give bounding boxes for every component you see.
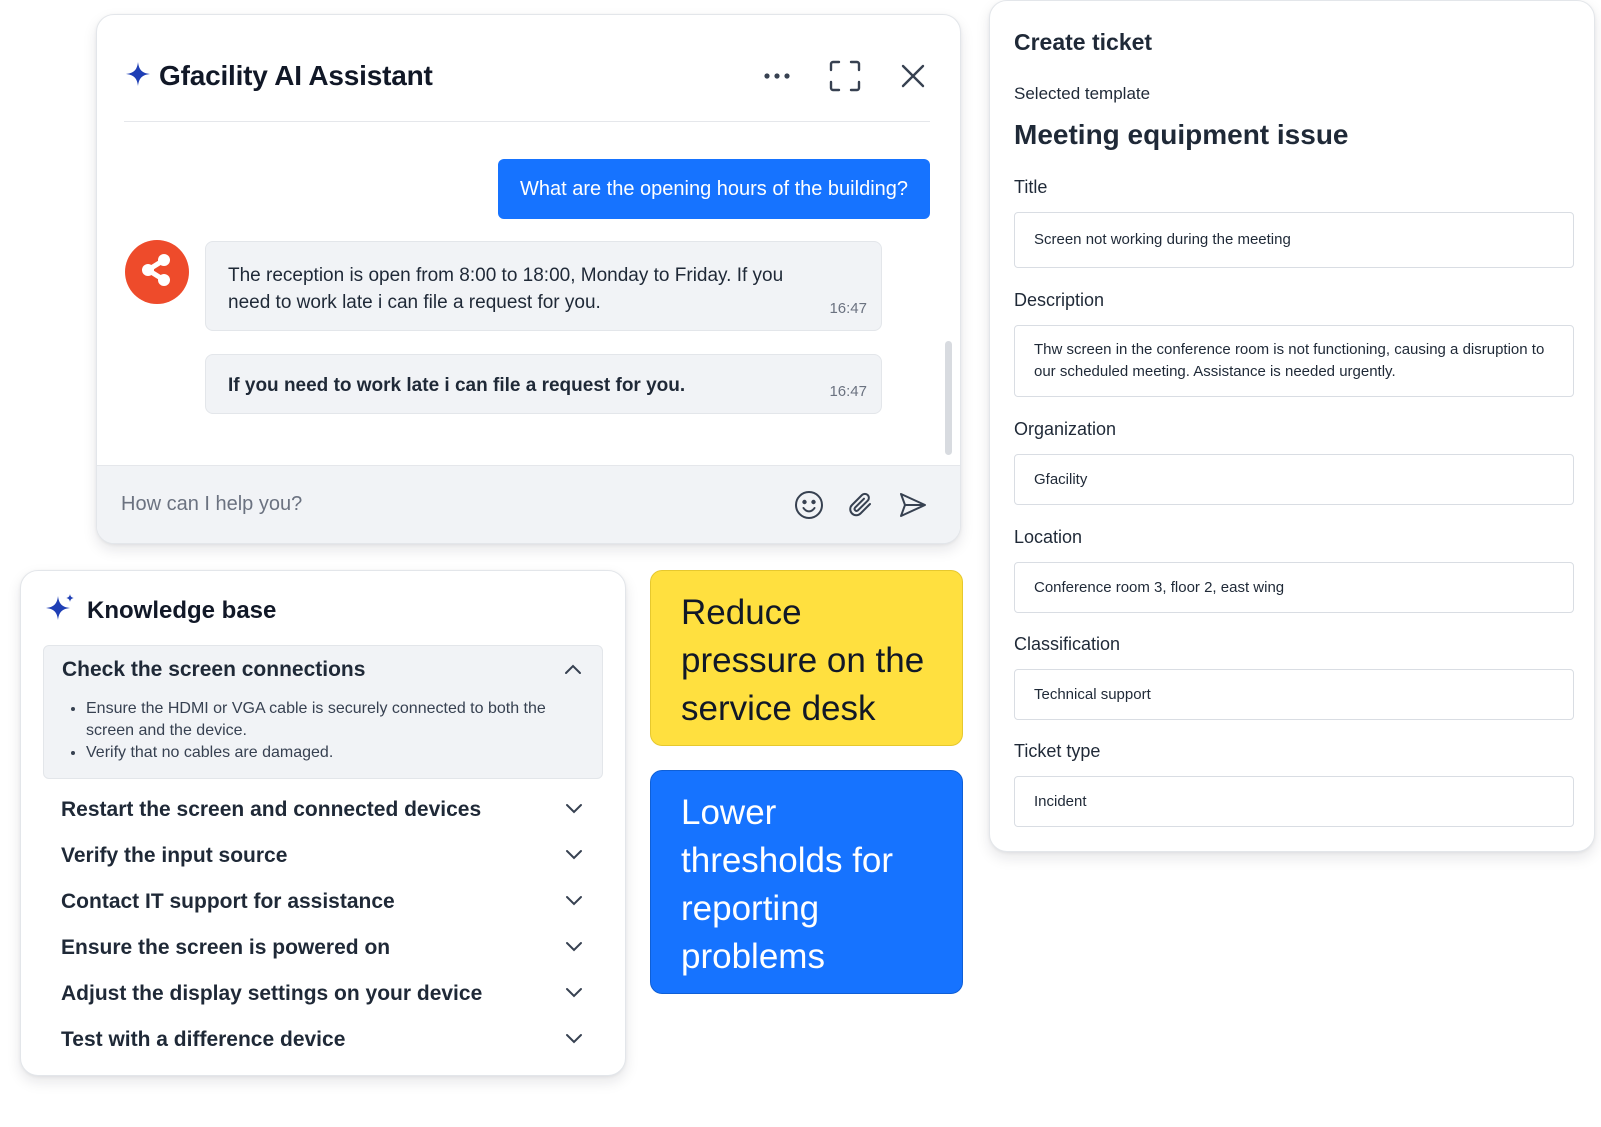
field-label-location: Location bbox=[1014, 527, 1083, 547]
kb-bullet-list: Ensure the HDMI or VGA cable is securely… bbox=[86, 698, 586, 764]
field-label-organization: Organization bbox=[1014, 419, 1117, 439]
title-field[interactable]: Screen not working during the meeting bbox=[1014, 212, 1574, 268]
highlight-text: Lower thresholds for reporting problems bbox=[681, 793, 894, 976]
kb-item-title: Check the screen connections bbox=[62, 658, 366, 681]
kb-expanded-item[interactable]: Check the screen connections Ensure the … bbox=[43, 645, 603, 779]
field-label-classification: Classification bbox=[1014, 634, 1121, 654]
close-icon[interactable] bbox=[896, 59, 930, 93]
kb-list: Restart the screen and connected devices… bbox=[43, 787, 603, 1063]
composer-actions bbox=[792, 488, 930, 522]
sparkle-icon bbox=[125, 61, 151, 92]
kb-item[interactable]: Restart the screen and connected devices bbox=[43, 787, 603, 833]
chat-panel: Gfacility AI Assistant What are the open… bbox=[96, 14, 961, 544]
location-field[interactable]: Conference room 3, floor 2, east wing bbox=[1014, 562, 1574, 613]
kb-title: Knowledge base bbox=[87, 596, 277, 624]
chat-header-actions bbox=[760, 59, 930, 93]
share-icon bbox=[137, 250, 177, 295]
kb-item-title: Adjust the display settings on your devi… bbox=[61, 982, 483, 1005]
bot-avatar bbox=[125, 240, 189, 304]
kb-item-title: Restart the screen and connected devices bbox=[61, 798, 482, 821]
more-icon[interactable] bbox=[760, 59, 794, 93]
kb-item-title: Verify the input source bbox=[61, 844, 288, 867]
chevron-down-icon[interactable] bbox=[565, 1031, 583, 1049]
chevron-down-icon[interactable] bbox=[565, 801, 583, 819]
chevron-down-icon[interactable] bbox=[565, 985, 583, 1003]
create-ticket-panel: Create ticket Selected template Meeting … bbox=[989, 0, 1595, 852]
message-time: 16:47 bbox=[829, 383, 867, 400]
ticket-title: Create ticket bbox=[1014, 29, 1153, 55]
description-field[interactable]: Thw screen in the conference room is not… bbox=[1014, 325, 1574, 397]
classification-field[interactable]: Technical support bbox=[1014, 669, 1574, 720]
selected-template-label: Selected template bbox=[1014, 84, 1151, 103]
expand-icon[interactable] bbox=[828, 59, 862, 93]
highlight-text: Reduce pressure on the service desk bbox=[681, 593, 925, 728]
bot-message-text: The reception is open from 8:00 to 18:00… bbox=[228, 265, 784, 313]
kb-item-title: Ensure the screen is powered on bbox=[61, 936, 391, 959]
field-label-description: Description bbox=[1014, 290, 1105, 310]
bot-message: The reception is open from 8:00 to 18:00… bbox=[205, 241, 882, 331]
ticket-type-field[interactable]: Incident bbox=[1014, 776, 1574, 827]
kb-item[interactable]: Contact IT support for assistance bbox=[43, 879, 603, 925]
chat-title: Gfacility AI Assistant bbox=[159, 60, 433, 91]
knowledge-base-panel: Knowledge base Check the screen connecti… bbox=[20, 570, 626, 1076]
send-icon[interactable] bbox=[896, 488, 930, 522]
kb-bullet: Verify that no cables are damaged. bbox=[86, 742, 586, 764]
paperclip-icon[interactable] bbox=[844, 488, 878, 522]
kb-item[interactable]: Ensure the screen is powered on bbox=[43, 925, 603, 971]
kb-item[interactable]: Test with a difference device bbox=[43, 1017, 603, 1063]
organization-field[interactable]: Gfacility bbox=[1014, 454, 1574, 505]
kb-bullet: Ensure the HDMI or VGA cable is securely… bbox=[86, 698, 586, 742]
chevron-down-icon[interactable] bbox=[565, 847, 583, 865]
field-label-title: Title bbox=[1014, 177, 1048, 197]
message-time: 16:47 bbox=[829, 300, 867, 317]
sparkle-icon bbox=[45, 593, 75, 628]
chat-input[interactable] bbox=[121, 493, 792, 516]
field-label-ticket-type: Ticket type bbox=[1014, 741, 1101, 761]
chevron-down-icon[interactable] bbox=[565, 939, 583, 957]
bot-message-text: If you need to work late i can file a re… bbox=[228, 375, 686, 396]
emoji-icon[interactable] bbox=[792, 488, 826, 522]
bot-message: If you need to work late i can file a re… bbox=[205, 354, 882, 414]
kb-item[interactable]: Verify the input source bbox=[43, 833, 603, 879]
chevron-up-icon[interactable] bbox=[564, 662, 582, 680]
chat-scrollbar[interactable] bbox=[945, 341, 952, 455]
chat-title-group: Gfacility AI Assistant bbox=[125, 60, 433, 92]
kb-item-title: Contact IT support for assistance bbox=[61, 890, 395, 913]
chat-header: Gfacility AI Assistant bbox=[125, 45, 930, 107]
chat-composer bbox=[97, 465, 960, 543]
highlight-card-blue: Lower thresholds for reporting problems bbox=[650, 770, 963, 994]
highlight-card-yellow: Reduce pressure on the service desk bbox=[650, 570, 963, 746]
chevron-down-icon[interactable] bbox=[565, 893, 583, 911]
kb-item[interactable]: Adjust the display settings on your devi… bbox=[43, 971, 603, 1017]
user-message: What are the opening hours of the buildi… bbox=[497, 159, 930, 219]
kb-header: Knowledge base bbox=[45, 593, 276, 628]
chat-divider bbox=[124, 121, 930, 122]
template-name: Meeting equipment issue bbox=[1014, 119, 1349, 150]
kb-item-title: Test with a difference device bbox=[61, 1028, 346, 1051]
